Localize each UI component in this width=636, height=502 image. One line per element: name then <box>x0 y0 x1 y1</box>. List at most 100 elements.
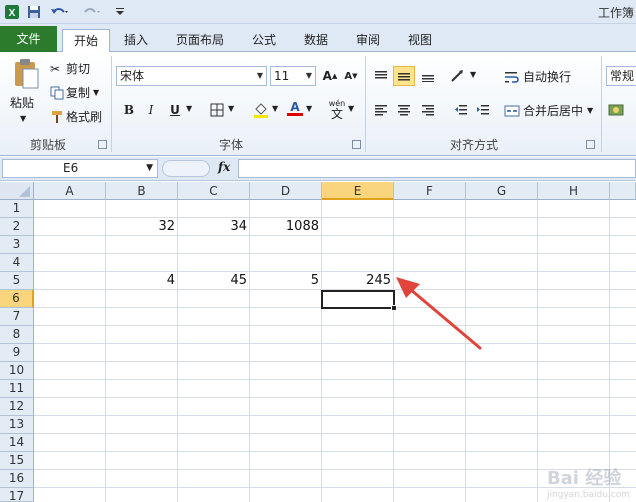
align-left-icon[interactable] <box>370 100 392 120</box>
cell-b5[interactable]: 4 <box>106 272 178 290</box>
align-middle-icon[interactable] <box>393 66 415 86</box>
formula-input[interactable] <box>238 159 636 178</box>
column-header-h[interactable]: H <box>538 182 610 200</box>
row-header-13[interactable]: 13 <box>0 416 34 434</box>
cell-d5[interactable]: 5 <box>250 272 322 290</box>
wrap-text-button[interactable]: 自动换行 <box>504 68 571 85</box>
row-header-8[interactable]: 8 <box>0 326 34 344</box>
underline-button[interactable]: U <box>164 100 186 120</box>
font-size-dropdown-icon[interactable]: ▼ <box>306 67 312 85</box>
shrink-font-icon[interactable]: A ▼ <box>340 66 362 86</box>
paste-label[interactable]: 粘贴 <box>10 94 34 111</box>
row-header-14[interactable]: 14 <box>0 434 34 452</box>
currency-icon[interactable] <box>606 100 628 120</box>
orientation-dropdown-icon[interactable]: ▼ <box>470 70 476 79</box>
row-header-15[interactable]: 15 <box>0 452 34 470</box>
row-header-3[interactable]: 3 <box>0 236 34 254</box>
number-format-combo[interactable]: 常规 <box>606 66 636 86</box>
increase-indent-icon[interactable] <box>472 100 494 120</box>
phonetic-guide-icon[interactable]: wén 文 <box>326 96 348 122</box>
row-header-17[interactable]: 17 <box>0 488 34 502</box>
font-color-dropdown-icon[interactable]: ▼ <box>306 104 312 113</box>
bold-button[interactable]: B <box>118 100 140 120</box>
row-header-11[interactable]: 11 <box>0 380 34 398</box>
align-center-icon[interactable] <box>393 100 415 120</box>
redo-icon[interactable] <box>80 3 102 21</box>
column-header-i-partial[interactable] <box>610 182 636 200</box>
align-right-icon[interactable] <box>417 100 439 120</box>
font-name-combo[interactable]: 宋体 ▼ <box>116 66 267 86</box>
tab-formulas[interactable]: 公式 <box>246 29 282 52</box>
row-header-2[interactable]: 2 <box>0 218 34 236</box>
underline-dropdown-icon[interactable]: ▼ <box>186 104 192 113</box>
copy-button[interactable]: 复制 ▼ <box>50 84 99 101</box>
worksheet-grid[interactable]: A B C D E F G H 1 2 3 4 5 6 7 8 9 10 11 … <box>0 182 636 502</box>
phonetic-dropdown-icon[interactable]: ▼ <box>348 104 354 113</box>
cell-c2[interactable]: 34 <box>178 218 250 236</box>
row-header-9[interactable]: 9 <box>0 344 34 362</box>
row-header-7[interactable]: 7 <box>0 308 34 326</box>
clipboard-launcher-icon[interactable] <box>98 140 107 149</box>
paste-icon <box>15 59 39 89</box>
column-header-e[interactable]: E <box>322 182 394 200</box>
row-header-6[interactable]: 6 <box>0 290 34 308</box>
row-header-1[interactable]: 1 <box>0 200 34 218</box>
column-header-b[interactable]: B <box>106 182 178 200</box>
column-header-d[interactable]: D <box>250 182 322 200</box>
merge-center-dropdown-icon[interactable]: ▼ <box>587 106 593 115</box>
insert-function-icon[interactable]: fx <box>218 160 230 174</box>
select-all-corner[interactable] <box>0 182 34 200</box>
name-box-dropdown-icon[interactable]: ▼ <box>146 160 153 177</box>
tab-file[interactable]: 文件 <box>0 26 57 52</box>
fill-color-dropdown-icon[interactable]: ▼ <box>272 104 278 113</box>
cut-button[interactable]: ✂ 剪切 <box>50 60 90 77</box>
undo-icon[interactable] <box>48 3 70 21</box>
align-top-icon[interactable] <box>370 66 392 86</box>
grow-font-icon[interactable]: A ▲ <box>319 66 341 86</box>
tab-insert[interactable]: 插入 <box>118 29 154 52</box>
borders-dropdown-icon[interactable]: ▼ <box>228 104 234 113</box>
orientation-icon[interactable] <box>448 66 470 86</box>
tab-home[interactable]: 开始 <box>62 29 110 53</box>
cell-c5[interactable]: 45 <box>178 272 250 290</box>
font-launcher-icon[interactable] <box>352 140 361 149</box>
tab-view[interactable]: 视图 <box>402 29 438 52</box>
cell-b2[interactable]: 32 <box>106 218 178 236</box>
row-header-4[interactable]: 4 <box>0 254 34 272</box>
gridline <box>321 200 322 502</box>
formula-bar-resize-handle[interactable] <box>162 160 210 177</box>
column-header-f[interactable]: F <box>394 182 466 200</box>
decrease-indent-icon[interactable] <box>450 100 472 120</box>
column-header-c[interactable]: C <box>178 182 250 200</box>
customize-toolbar-icon[interactable] <box>114 3 126 21</box>
font-name-dropdown-icon[interactable]: ▼ <box>257 67 263 85</box>
merge-center-button[interactable]: 合并后居中 ▼ <box>504 102 593 119</box>
fill-color-icon[interactable] <box>250 100 272 120</box>
alignment-launcher-icon[interactable] <box>586 140 595 149</box>
row-header-5[interactable]: 5 <box>0 272 34 290</box>
row-header-10[interactable]: 10 <box>0 362 34 380</box>
row-header-16[interactable]: 16 <box>0 470 34 488</box>
paste-button[interactable] <box>8 58 44 90</box>
active-cell-e6[interactable] <box>321 290 397 311</box>
tab-page-layout[interactable]: 页面布局 <box>170 29 230 52</box>
align-bottom-icon[interactable] <box>417 66 439 86</box>
column-header-a[interactable]: A <box>34 182 106 200</box>
row-header-12[interactable]: 12 <box>0 398 34 416</box>
copy-dropdown-icon[interactable]: ▼ <box>93 88 99 97</box>
cell-d2[interactable]: 1088 <box>250 218 322 236</box>
format-painter-button[interactable]: 格式刷 <box>50 108 102 125</box>
name-box[interactable]: E6 ▼ <box>2 159 158 178</box>
tab-data[interactable]: 数据 <box>298 29 334 52</box>
column-header-g[interactable]: G <box>466 182 538 200</box>
borders-icon[interactable] <box>206 100 228 120</box>
cell-e5[interactable]: 245 <box>322 272 394 290</box>
italic-button[interactable]: I <box>140 100 162 120</box>
paste-dropdown-icon[interactable]: ▼ <box>20 114 26 123</box>
tab-review[interactable]: 审阅 <box>350 29 386 52</box>
font-size-combo[interactable]: 11 ▼ <box>270 66 316 86</box>
alignment-group-label: 对齐方式 <box>449 138 498 152</box>
copy-icon <box>50 86 64 99</box>
save-icon[interactable] <box>26 3 42 21</box>
font-color-icon[interactable]: A <box>284 98 306 118</box>
